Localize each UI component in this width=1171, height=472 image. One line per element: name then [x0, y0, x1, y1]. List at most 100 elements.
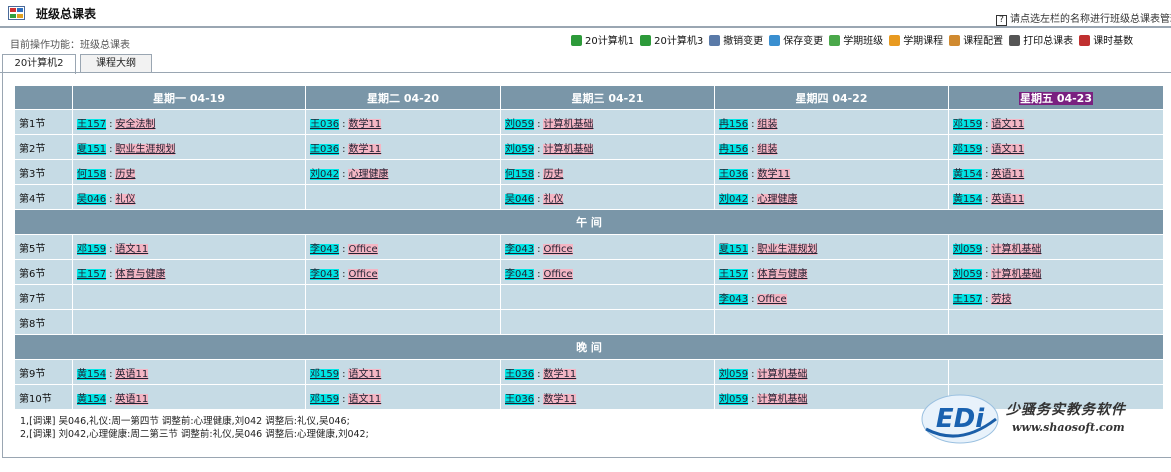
- subject-link[interactable]: 计算机基础: [757, 368, 808, 380]
- lesson-cell[interactable]: [305, 309, 501, 335]
- lesson-cell[interactable]: 刘059: 计算机基础: [714, 359, 949, 385]
- lesson-cell[interactable]: 邓159: 语文11: [948, 134, 1164, 160]
- teacher-link[interactable]: 李043: [719, 293, 749, 305]
- teacher-link[interactable]: 刘059: [719, 368, 749, 380]
- lesson-cell[interactable]: 冉156: 组装: [714, 134, 949, 160]
- lesson-cell[interactable]: 王036: 数学11: [500, 359, 715, 385]
- teacher-link[interactable]: 黄154: [953, 168, 983, 180]
- teacher-link[interactable]: 李043: [505, 268, 535, 280]
- lesson-cell[interactable]: 邓159: 语文11: [305, 384, 501, 410]
- toolbar-button-4[interactable]: 学期班级: [829, 32, 883, 47]
- lesson-cell[interactable]: [948, 359, 1164, 385]
- lesson-cell[interactable]: 刘059: 计算机基础: [500, 134, 715, 160]
- subject-link[interactable]: 体育与健康: [757, 268, 808, 280]
- teacher-link[interactable]: 王036: [310, 143, 340, 155]
- lesson-cell[interactable]: 王036: 数学11: [305, 109, 501, 135]
- teacher-link[interactable]: 黄154: [953, 193, 983, 205]
- teacher-link[interactable]: 刘059: [505, 118, 535, 130]
- lesson-cell[interactable]: 邓159: 语文11: [72, 234, 306, 260]
- subject-link[interactable]: 语文11: [348, 368, 382, 380]
- teacher-link[interactable]: 王036: [719, 168, 749, 180]
- subject-link[interactable]: 语文11: [991, 118, 1025, 130]
- teacher-link[interactable]: 李043: [310, 243, 340, 255]
- lesson-cell[interactable]: [72, 309, 306, 335]
- lesson-cell[interactable]: 王157: 安全法制: [72, 109, 306, 135]
- subject-link[interactable]: 英语11: [991, 168, 1025, 180]
- subject-link[interactable]: 计算机基础: [991, 268, 1042, 280]
- subject-link[interactable]: Office: [757, 293, 787, 305]
- teacher-link[interactable]: 黄154: [77, 368, 107, 380]
- lesson-cell[interactable]: [72, 284, 306, 310]
- lesson-cell[interactable]: 黄154: 英语11: [948, 184, 1164, 210]
- teacher-link[interactable]: 刘059: [953, 268, 983, 280]
- subject-link[interactable]: 心理健康: [757, 193, 798, 205]
- lesson-cell[interactable]: 李043: Office: [305, 234, 501, 260]
- teacher-link[interactable]: 刘042: [719, 193, 749, 205]
- lesson-cell[interactable]: 夏151: 职业生涯规划: [714, 234, 949, 260]
- teacher-link[interactable]: 刘059: [505, 143, 535, 155]
- lesson-cell[interactable]: 王036: 数学11: [500, 384, 715, 410]
- teacher-link[interactable]: 王036: [310, 118, 340, 130]
- subject-link[interactable]: 组装: [757, 118, 778, 130]
- teacher-link[interactable]: 何158: [505, 168, 535, 180]
- lesson-cell[interactable]: :自习: [305, 284, 501, 310]
- lesson-cell[interactable]: 王036: 数学11: [305, 134, 501, 160]
- subject-link[interactable]: 劳技: [991, 293, 1012, 305]
- subject-link[interactable]: 计算机基础: [543, 143, 594, 155]
- lesson-cell[interactable]: 邓159: 语文11: [948, 109, 1164, 135]
- teacher-link[interactable]: 王157: [77, 118, 107, 130]
- subject-link[interactable]: 数学11: [348, 118, 382, 130]
- teacher-link[interactable]: 黄154: [77, 393, 107, 405]
- subject-link[interactable]: Office: [348, 268, 378, 280]
- subject-link[interactable]: 数学11: [348, 143, 382, 155]
- subject-link[interactable]: 英语11: [115, 393, 149, 405]
- teacher-link[interactable]: 何158: [77, 168, 107, 180]
- tab-0[interactable]: 20计算机2: [2, 54, 76, 74]
- subject-link[interactable]: 计算机基础: [543, 118, 594, 130]
- teacher-link[interactable]: 夏151: [77, 143, 107, 155]
- lesson-cell[interactable]: 李043: Office: [500, 234, 715, 260]
- teacher-link[interactable]: 王157: [719, 268, 749, 280]
- teacher-link[interactable]: 邓159: [310, 368, 340, 380]
- lesson-cell[interactable]: :自习: [305, 184, 501, 210]
- subject-link[interactable]: 数学11: [543, 368, 577, 380]
- subject-link[interactable]: Office: [543, 268, 573, 280]
- lesson-cell[interactable]: 刘059: 计算机基础: [714, 384, 949, 410]
- lesson-cell[interactable]: 何158: 历史: [72, 159, 306, 185]
- teacher-link[interactable]: 王036: [505, 393, 535, 405]
- teacher-link[interactable]: 邓159: [310, 393, 340, 405]
- teacher-link[interactable]: 刘059: [719, 393, 749, 405]
- lesson-cell[interactable]: 王036: 数学11: [714, 159, 949, 185]
- lesson-cell[interactable]: 刘042: 心理健康: [714, 184, 949, 210]
- toolbar-button-7[interactable]: 打印总课表: [1009, 32, 1073, 47]
- teacher-link[interactable]: 王157: [953, 293, 983, 305]
- lesson-cell[interactable]: 李043: Office: [500, 259, 715, 285]
- toolbar-button-8[interactable]: 课时基数: [1079, 32, 1133, 47]
- teacher-link[interactable]: 邓159: [77, 243, 107, 255]
- teacher-link[interactable]: 刘042: [310, 168, 340, 180]
- lesson-cell[interactable]: 黄154: 英语11: [72, 359, 306, 385]
- subject-link[interactable]: 语文11: [348, 393, 382, 405]
- lesson-cell[interactable]: [500, 309, 715, 335]
- subject-link[interactable]: 英语11: [991, 193, 1025, 205]
- toolbar-button-3[interactable]: 保存变更: [769, 32, 823, 47]
- subject-link[interactable]: 语文11: [991, 143, 1025, 155]
- lesson-cell[interactable]: 王157: 体育与健康: [72, 259, 306, 285]
- subject-link[interactable]: 计算机基础: [757, 393, 808, 405]
- lesson-cell[interactable]: 邓159: 语文11: [305, 359, 501, 385]
- subject-link[interactable]: 英语11: [115, 368, 149, 380]
- lesson-cell[interactable]: 王157: 劳技: [948, 284, 1164, 310]
- lesson-cell[interactable]: 夏151: 职业生涯规划: [72, 134, 306, 160]
- tab-1[interactable]: 课程大纲: [80, 54, 152, 73]
- lesson-cell[interactable]: 王157: 体育与健康: [714, 259, 949, 285]
- subject-link[interactable]: 语文11: [115, 243, 149, 255]
- teacher-link[interactable]: 邓159: [953, 118, 983, 130]
- lesson-cell[interactable]: [714, 309, 949, 335]
- subject-link[interactable]: 计算机基础: [991, 243, 1042, 255]
- teacher-link[interactable]: 吴046: [505, 193, 535, 205]
- lesson-cell[interactable]: 李043: Office: [714, 284, 949, 310]
- subject-link[interactable]: 安全法制: [115, 118, 156, 130]
- toolbar-button-0[interactable]: 20计算机1: [571, 32, 634, 47]
- subject-link[interactable]: 礼仪: [115, 193, 136, 205]
- toolbar-button-5[interactable]: 学期课程: [889, 32, 943, 47]
